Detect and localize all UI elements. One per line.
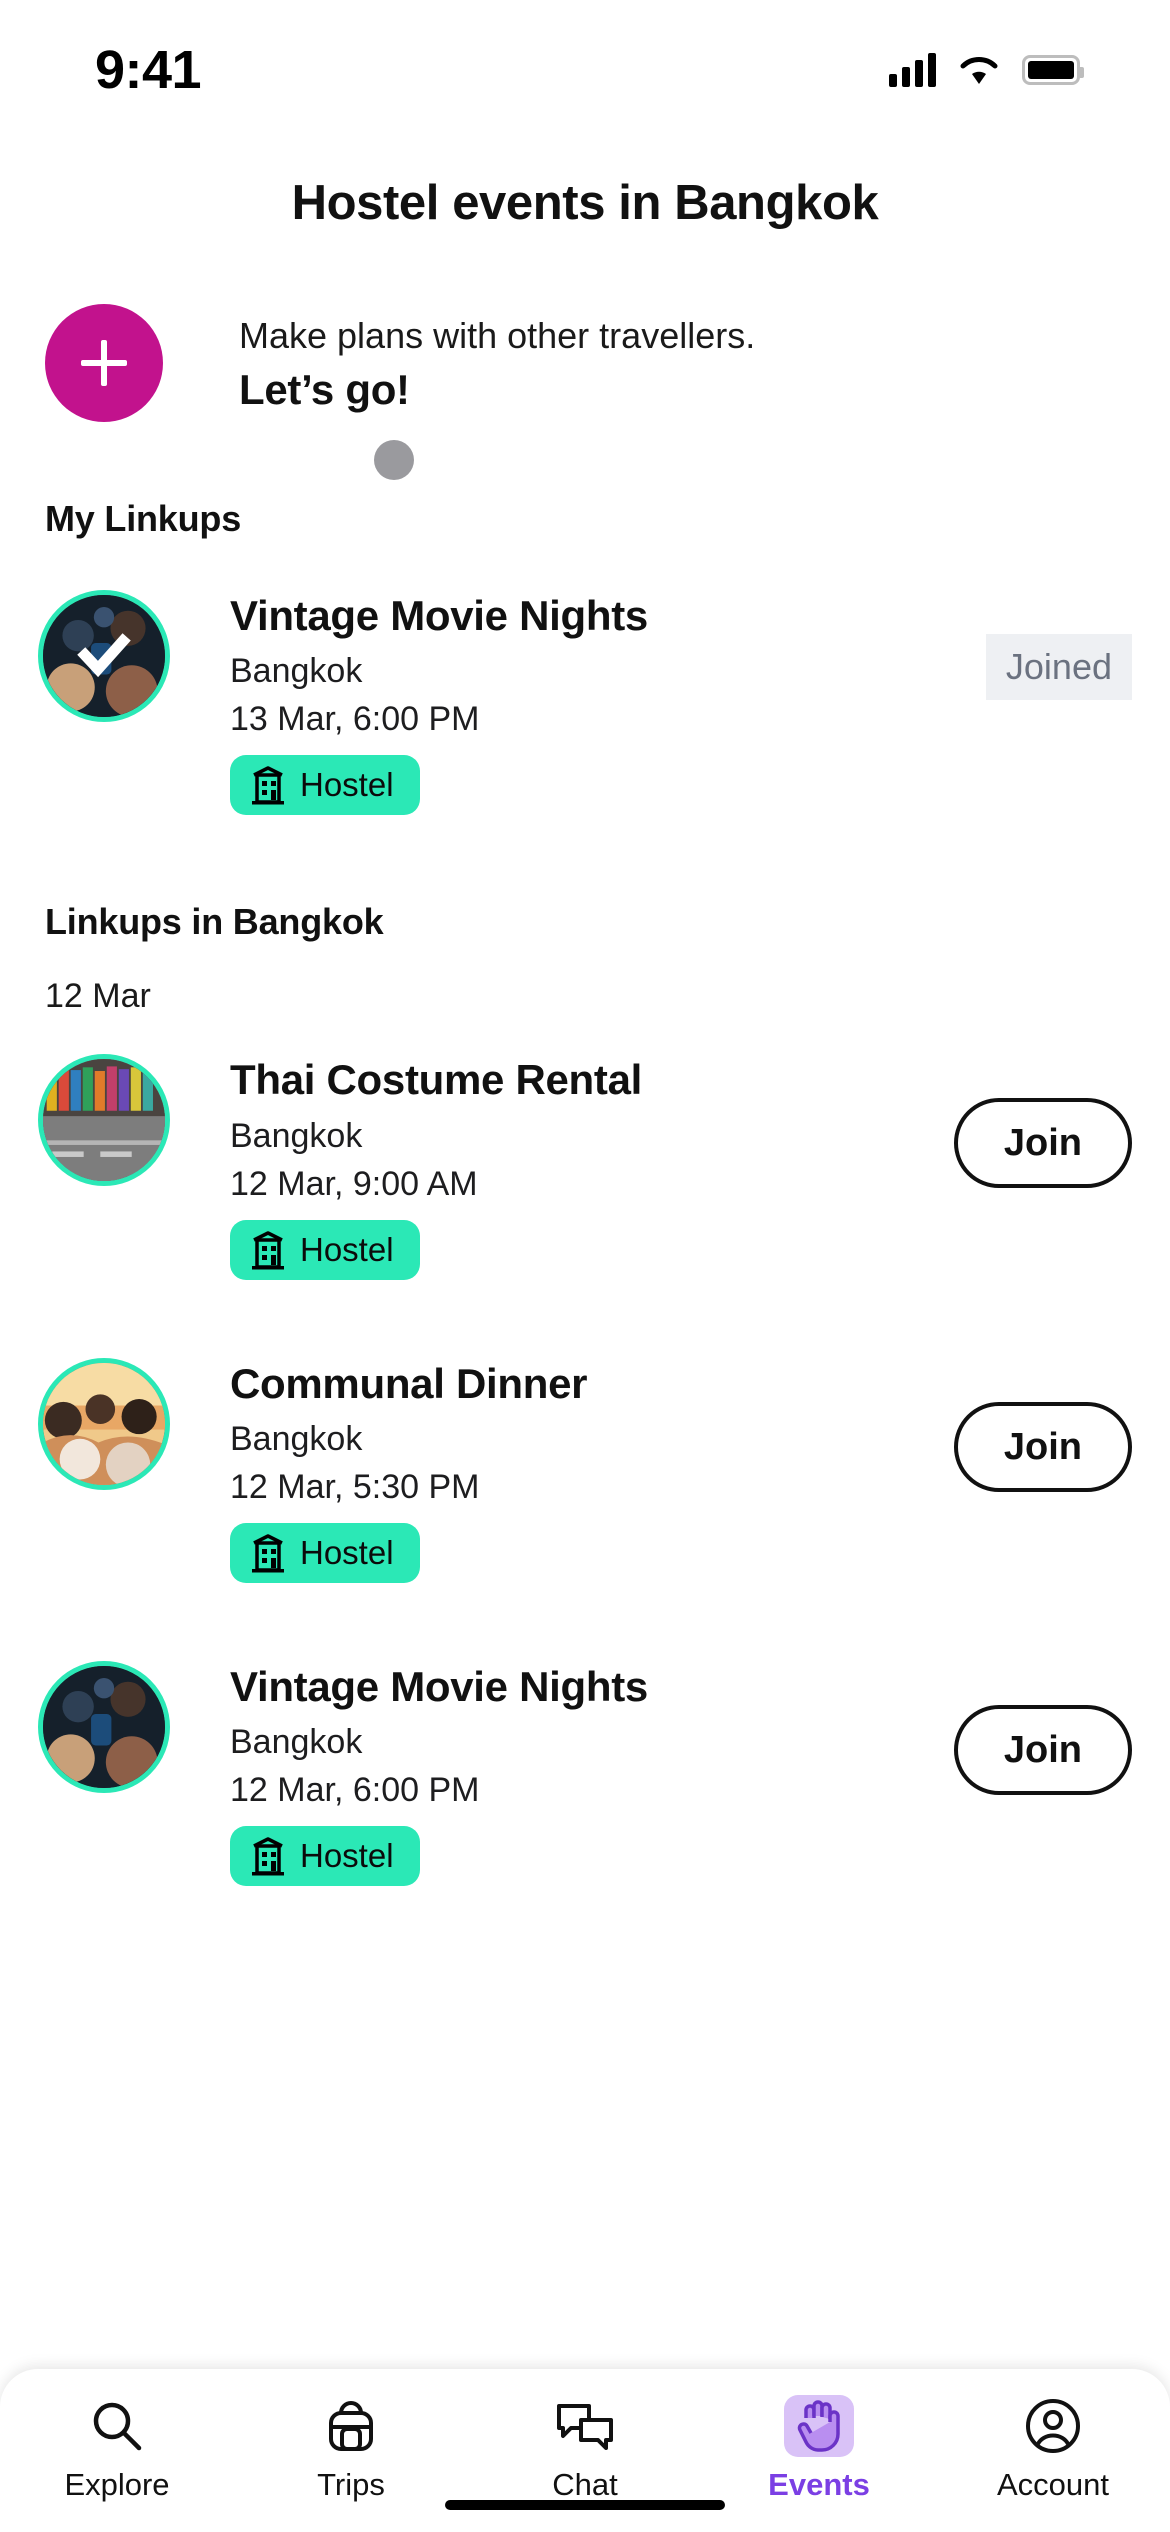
status-bar: 9:41 [0, 0, 1170, 140]
list-item-action: Join [953, 1358, 1132, 1492]
tab-trips[interactable]: Trips [234, 2395, 468, 2503]
join-button[interactable]: Join [953, 1098, 1132, 1189]
list-item[interactable]: Vintage Movie Nights Bangkok 12 Mar, 6:0… [0, 1660, 1170, 1887]
list-item-action: Joined [985, 590, 1132, 700]
event-city: Bangkok [230, 652, 363, 691]
home-indicator [445, 2500, 725, 2510]
joined-badge: Joined [985, 634, 1132, 700]
event-name: Vintage Movie Nights [230, 592, 648, 639]
event-name: Vintage Movie Nights [230, 1662, 648, 1710]
event-city: Bangkok [230, 1116, 363, 1155]
status-badge: Hostel [230, 1219, 420, 1280]
event-time: 12 Mar, 5:30 PM [230, 1467, 480, 1506]
backpack-icon [323, 2395, 379, 2457]
tag-label: Hostel [300, 1533, 394, 1571]
date-group-label: 12 Mar [45, 977, 151, 1016]
list-item-details: Vintage Movie Nights Bangkok 12 Mar, 6:0… [170, 1661, 954, 1887]
list-item[interactable]: Thai Costume Rental Bangkok 12 Mar, 9:00… [0, 1054, 1170, 1280]
tab-label: Account [996, 2467, 1109, 2502]
friends-at-sunset-photo [43, 1362, 165, 1485]
avatar[interactable] [38, 1357, 170, 1490]
list-item[interactable]: Vintage Movie Nights Bangkok 13 Mar, 6:0… [0, 590, 1170, 816]
section-title-my-linkups: My Linkups [45, 498, 242, 539]
tab-label: Explore [64, 2467, 170, 2502]
join-button[interactable]: Join [953, 1704, 1132, 1795]
status-bar-time: 9:41 [95, 40, 202, 100]
status-badge: Hostel [230, 755, 420, 816]
tab-explore[interactable]: Explore [0, 2395, 234, 2503]
list-item-action: Join [953, 1054, 1132, 1189]
event-time: 12 Mar, 6:00 PM [230, 1771, 480, 1810]
list-item-action: Join [953, 1661, 1132, 1795]
event-name: Thai Costume Rental [230, 1056, 643, 1104]
hostel-building-icon [252, 1230, 284, 1270]
chat-bubbles-icon [555, 2395, 615, 2457]
check-icon [77, 633, 131, 678]
list-item-details: Thai Costume Rental Bangkok 12 Mar, 9:00… [170, 1054, 954, 1280]
hostel-building-icon [252, 1837, 284, 1876]
waving-hand-icon [784, 2395, 854, 2457]
list-item-details: Communal Dinner Bangkok 12 Mar, 5:30 PM … [170, 1358, 954, 1583]
join-button[interactable]: Join [953, 1401, 1132, 1492]
event-name: Communal Dinner [230, 1359, 588, 1407]
tag-label: Hostel [300, 766, 394, 804]
signal-bars-icon [889, 53, 936, 87]
tag-label: Hostel [300, 1230, 394, 1268]
tag-label: Hostel [300, 1837, 394, 1875]
avatar[interactable] [38, 590, 170, 722]
list-item[interactable]: Communal Dinner Bangkok 12 Mar, 5:30 PM … [0, 1357, 1170, 1583]
carousel-indicator [0, 422, 1170, 492]
page-title: Hostel events in Bangkok [291, 176, 879, 230]
carousel-dot[interactable] [374, 440, 414, 480]
section-title-city-linkups: Linkups in Bangkok [45, 901, 384, 943]
wifi-icon [960, 57, 998, 84]
status-badge: Hostel [230, 1522, 420, 1583]
status-badge: Hostel [230, 1826, 420, 1887]
list-item-details: Vintage Movie Nights Bangkok 13 Mar, 6:0… [170, 590, 986, 816]
status-bar-icons [889, 53, 1084, 87]
tab-label: Trips [317, 2467, 385, 2502]
tab-label: Chat [552, 2467, 618, 2502]
event-city: Bangkok [230, 1723, 363, 1762]
cta-text-block: Make plans with other travellers. Let’s … [239, 312, 755, 415]
plus-icon[interactable] [45, 304, 163, 422]
cta-title: Let’s go! [239, 366, 410, 414]
avatar[interactable] [38, 1660, 170, 1793]
create-linkup-cta[interactable]: Make plans with other travellers. Let’s … [0, 304, 1170, 422]
crowd-at-concert-photo [43, 1665, 165, 1788]
cta-subtitle: Make plans with other travellers. [239, 314, 756, 356]
hostel-building-icon [252, 1534, 284, 1573]
event-time: 12 Mar, 9:00 AM [230, 1164, 478, 1203]
tab-chat[interactable]: Chat [468, 2395, 702, 2503]
tab-label: Events [768, 2467, 870, 2502]
event-city: Bangkok [230, 1419, 363, 1458]
battery-full-icon [1022, 55, 1084, 85]
event-time: 13 Mar, 6:00 PM [230, 700, 480, 739]
tab-events[interactable]: Events [702, 2395, 936, 2503]
person-circle-icon [1024, 2395, 1082, 2457]
hostel-building-icon [252, 766, 284, 805]
avatar[interactable] [38, 1054, 170, 1187]
costume-shop-street-photo [43, 1059, 165, 1182]
tab-account[interactable]: Account [936, 2395, 1170, 2503]
search-icon [88, 2395, 146, 2457]
